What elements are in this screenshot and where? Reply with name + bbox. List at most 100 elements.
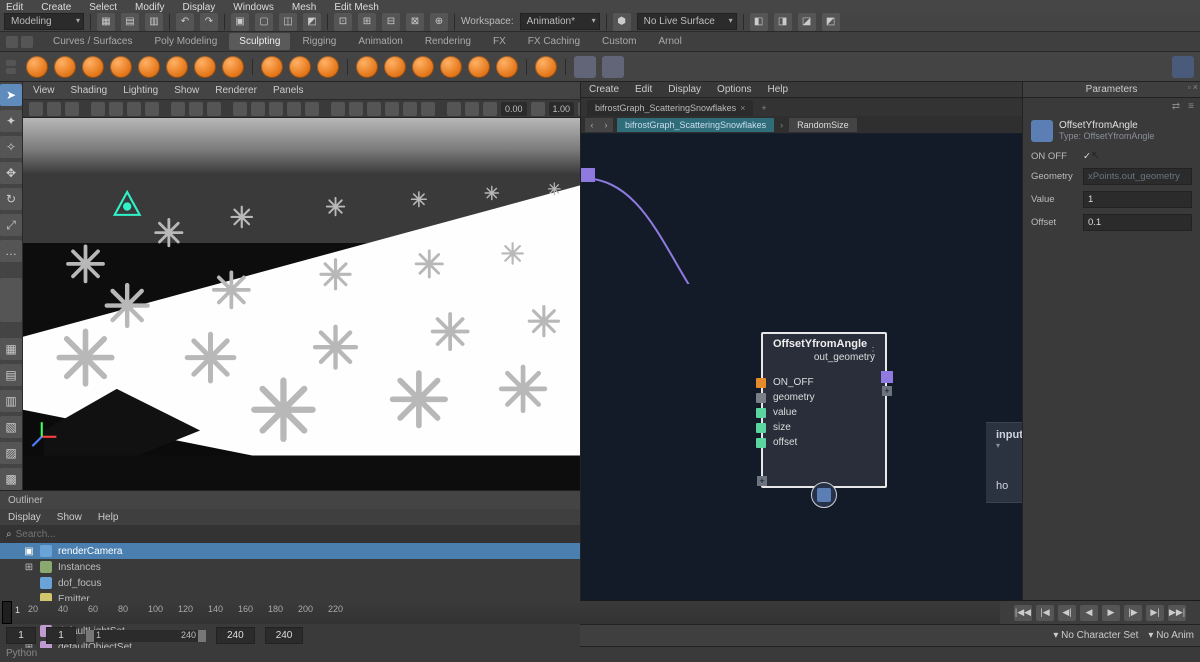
layout1-icon[interactable]: ▦ [0, 338, 22, 360]
vt-icon[interactable] [171, 102, 185, 116]
node-port-onoff[interactable]: ON_OFF [763, 375, 885, 390]
node-output[interactable]: out_geometry [763, 350, 885, 369]
sculpt-tool-icon[interactable] [222, 56, 244, 78]
vt-icon[interactable] [447, 102, 461, 116]
node-port-value[interactable]: value [763, 405, 885, 420]
node-port-size[interactable]: size [763, 420, 885, 435]
select-mode4-icon[interactable]: ◩ [303, 13, 321, 31]
outliner-search-input[interactable] [16, 529, 574, 540]
sculpt-tool-icon[interactable] [440, 56, 462, 78]
select-tool-icon[interactable]: ➤ [0, 84, 22, 106]
viewport[interactable] [23, 118, 598, 490]
shelf-tab-animation[interactable]: Animation [348, 33, 412, 50]
breadcrumb-item[interactable]: bifrostGraph_ScatteringSnowflakes [617, 118, 774, 132]
step-fwd-key-button[interactable]: ▶| [1146, 605, 1164, 621]
range-playstart-field[interactable]: 1 [46, 627, 76, 644]
range-end-field[interactable]: 240 [265, 627, 304, 644]
shelf-tab-custom[interactable]: Custom [592, 33, 646, 50]
menu-mesh[interactable]: Mesh [292, 2, 316, 13]
vt-icon[interactable] [29, 102, 43, 116]
shelf-handle-icon[interactable] [6, 68, 16, 74]
outliner-item-rendercamera[interactable]: ▣renderCamera [0, 543, 580, 559]
sculpt-tool-icon[interactable] [317, 56, 339, 78]
time-ruler[interactable]: 1 20 40 60 80 100 120 140 160 180 200 22… [0, 601, 1000, 624]
select-mode2-icon[interactable]: ▢ [255, 13, 273, 31]
vt-icon[interactable] [465, 102, 479, 116]
sculpt-settings-icon[interactable] [574, 56, 596, 78]
outliner-item-instances[interactable]: ⊞Instances [0, 559, 580, 575]
param-check-icon[interactable]: ✓ [1083, 151, 1091, 162]
shelf-tab-poly[interactable]: Poly Modeling [144, 33, 227, 50]
snap4-icon[interactable]: ⊠ [406, 13, 424, 31]
move-tool-icon[interactable]: ✥ [0, 162, 22, 184]
shelf-tab-rendering[interactable]: Rendering [415, 33, 481, 50]
breadcrumb-item[interactable]: RandomSize [789, 118, 857, 132]
close-icon[interactable]: × [1193, 82, 1198, 92]
sculpt-settings-icon[interactable] [602, 56, 624, 78]
vt-icon[interactable] [305, 102, 319, 116]
sculpt-tool-icon[interactable] [496, 56, 518, 78]
graph-menu-display[interactable]: Display [668, 84, 701, 95]
outliner-menu-help[interactable]: Help [98, 512, 119, 523]
vt-icon[interactable] [531, 102, 545, 116]
shelf-tab-sculpting[interactable]: Sculpting [229, 33, 290, 50]
range-playend-field[interactable]: 240 [216, 627, 255, 644]
graph-menu-options[interactable]: Options [717, 84, 751, 95]
vt-icon[interactable] [385, 102, 399, 116]
param-value-geometry[interactable]: xPoints.out_geometry [1083, 168, 1192, 185]
sculpt-tool-icon[interactable] [468, 56, 490, 78]
goto-end-button[interactable]: ▶▶| [1168, 605, 1186, 621]
vt-icon[interactable] [269, 102, 283, 116]
graph-node-input[interactable]: input ▾ ho [986, 422, 1022, 503]
param-value-value[interactable]: 1 [1083, 191, 1192, 208]
sculpt-tool-icon[interactable] [166, 56, 188, 78]
vt-icon[interactable] [145, 102, 159, 116]
vt-icon[interactable] [403, 102, 417, 116]
layout3-icon[interactable]: ▥ [0, 390, 22, 412]
scale-tool-icon[interactable]: ⤢ [0, 214, 22, 236]
range-slider[interactable]: 1 240 [86, 630, 206, 642]
layout4-icon[interactable]: ▧ [0, 416, 22, 438]
graph-node-offsetyangle[interactable]: OffsetYfromAngle ⋮ out_geometry + ON_OFF… [761, 332, 887, 488]
sculpt-tool-icon[interactable] [261, 56, 283, 78]
snap5-icon[interactable]: ⊕ [430, 13, 448, 31]
paint-tool-icon[interactable]: ✧ [0, 136, 22, 158]
vt-icon[interactable] [349, 102, 363, 116]
last-tool-icon[interactable]: … [0, 240, 22, 262]
sculpt-tool-icon[interactable] [194, 56, 216, 78]
view-menu-shading[interactable]: Shading [71, 85, 108, 96]
menu-editmesh[interactable]: Edit Mesh [334, 2, 378, 13]
sculpt-tool-icon[interactable] [384, 56, 406, 78]
shelf-extra-icon[interactable] [1172, 56, 1194, 78]
workspace-dropdown[interactable]: Animation* [520, 13, 600, 30]
node-port-offset[interactable]: offset [763, 435, 885, 450]
toolbox-icon[interactable] [0, 278, 22, 322]
view-menu-renderer[interactable]: Renderer [215, 85, 257, 96]
node-port-geometry[interactable]: geometry [763, 390, 885, 405]
graph-menu-help[interactable]: Help [768, 84, 789, 95]
vt-icon[interactable] [189, 102, 203, 116]
rotate-tool-icon[interactable]: ↻ [0, 188, 22, 210]
select-mode3-icon[interactable]: ◫ [279, 13, 297, 31]
play-button[interactable]: ▶ [1102, 605, 1120, 621]
view-menu-lighting[interactable]: Lighting [123, 85, 158, 96]
vt-icon[interactable] [483, 102, 497, 116]
folder-icon[interactable]: ▦ [97, 13, 115, 31]
range-handle-icon[interactable] [86, 630, 94, 642]
outliner-item-doffocus[interactable]: dof_focus [0, 575, 580, 591]
redo-icon[interactable]: ↷ [200, 13, 218, 31]
sculpt-tool-icon[interactable] [54, 56, 76, 78]
close-icon[interactable]: × [740, 103, 745, 113]
vt-icon[interactable] [207, 102, 221, 116]
vt-icon[interactable] [421, 102, 435, 116]
graph-menu-create[interactable]: Create [589, 84, 619, 95]
range-handle-icon[interactable] [198, 630, 206, 642]
graph-tab[interactable]: bifrostGraph_ScatteringSnowflakes× [587, 100, 753, 116]
graph-menu-edit[interactable]: Edit [635, 84, 652, 95]
sculpt-tool-icon[interactable] [412, 56, 434, 78]
outliner-menu-show[interactable]: Show [57, 512, 82, 523]
add-input-icon[interactable]: + [757, 476, 767, 486]
snap1-icon[interactable]: ⊡ [334, 13, 352, 31]
vt-icon[interactable] [127, 102, 141, 116]
shelf-tab-curves[interactable]: Curves / Surfaces [43, 33, 142, 50]
